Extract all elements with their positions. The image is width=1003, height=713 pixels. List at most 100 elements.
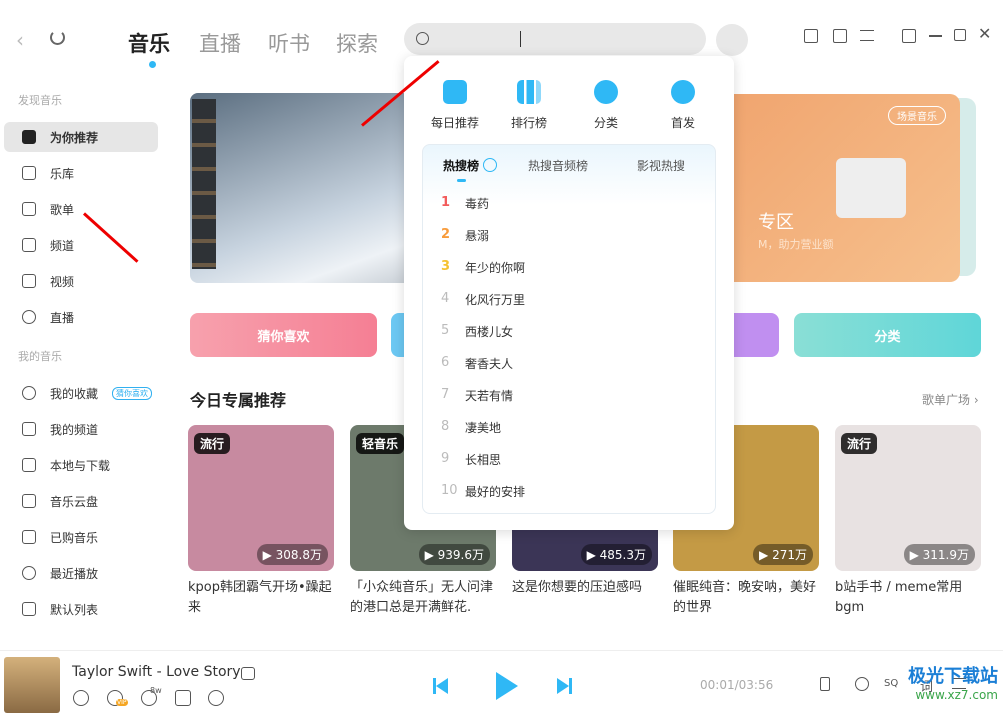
tab-hot-search[interactable]: 热搜榜 — [443, 157, 479, 174]
minimize-button[interactable] — [929, 35, 942, 37]
quick-button-purple[interactable] — [734, 313, 779, 357]
section-title: 今日专属推荐 — [190, 391, 287, 410]
sidebar-item-default-list[interactable]: 默认列表 — [4, 594, 158, 624]
play-count: ▶ 308.8万 — [256, 544, 328, 565]
rank: 7 — [441, 387, 450, 402]
tab-hot-audio[interactable]: 热搜音频榜 — [528, 157, 588, 174]
mv-icon[interactable] — [241, 667, 255, 680]
tab-audiobook[interactable]: 听书 — [268, 28, 310, 58]
sidebar-item-favorites[interactable]: 我的收藏 猜你喜欢 — [4, 378, 158, 408]
playlist-title[interactable]: 「小众纯音乐」无人问津的港口总是开满鲜花. — [350, 578, 500, 618]
hot-search-item[interactable]: 2 悬溺 — [441, 227, 489, 244]
tab-film-hot[interactable]: 影视热搜 — [637, 157, 685, 174]
playlist-title[interactable]: kpop韩团霸气开场•躁起来 — [188, 578, 338, 618]
sidebar-item-playlist[interactable]: 歌单 — [4, 194, 158, 224]
hot-search-item[interactable]: 3 年少的你啊 — [441, 259, 525, 276]
mini-mode-icon[interactable] — [902, 29, 916, 43]
volume-icon[interactable] — [820, 677, 830, 691]
playlist-title[interactable]: b站手书 / meme常用bgm — [835, 578, 985, 618]
rank: 3 — [441, 259, 451, 274]
download-icon — [22, 458, 36, 472]
heart-icon — [22, 386, 36, 400]
section-discover: 发现音乐 — [18, 94, 62, 107]
genre-tag: 流行 — [194, 433, 231, 454]
sidebar-item-live[interactable]: 直播 — [4, 302, 158, 332]
play-button[interactable] — [496, 672, 518, 700]
voice-search-button[interactable] — [716, 24, 748, 56]
video-icon — [22, 274, 36, 288]
playlist-card[interactable]: 流行 ▶ 308.8万 — [188, 425, 334, 571]
time-display: 00:01/03:56 — [700, 678, 774, 692]
hot-search-term: 最好的安排 — [465, 485, 526, 499]
next-button[interactable] — [557, 678, 569, 694]
playlist-square-link[interactable]: 歌单广场 › — [922, 391, 979, 408]
play-count: ▶ 939.6万 — [418, 544, 490, 565]
chart-link[interactable]: 排行榜 — [494, 80, 564, 131]
play-circle-icon[interactable] — [483, 158, 497, 172]
hot-search-term: 年少的你啊 — [465, 261, 526, 275]
album-cover[interactable] — [4, 657, 60, 713]
banner-subtitle: M，助力营业额 — [758, 238, 834, 251]
banner-side[interactable]: 场景音乐 专区 M，助力营业额 — [700, 94, 960, 282]
sidebar-item-recent[interactable]: 最近播放 — [4, 558, 158, 588]
sidebar-item-local-download[interactable]: 本地与下载 — [4, 450, 158, 480]
sidebar-item-recommend[interactable]: 为你推荐 — [4, 122, 158, 152]
sidebar-item-channel[interactable]: 频道 — [4, 230, 158, 260]
maximize-button[interactable] — [954, 29, 966, 41]
sidebar-item-cloud[interactable]: 音乐云盘 — [4, 486, 158, 516]
calendar-icon — [443, 80, 467, 104]
back-button[interactable]: ‹ — [16, 28, 24, 52]
hot-search-item[interactable]: 4 化风行万里 — [441, 291, 525, 308]
shopping-cart-image — [836, 158, 906, 218]
sidebar-item-library[interactable]: 乐库 — [4, 158, 158, 188]
hot-search-item[interactable]: 6 奢香夫人 — [441, 355, 513, 372]
guess-you-like-button[interactable]: 猜你喜欢 — [190, 313, 377, 357]
previous-button[interactable] — [436, 678, 448, 694]
search-dropdown: 每日推荐 排行榜 分类 首发 热搜榜 热搜音频榜 影视热搜 1 毒药 2 悬溺 … — [404, 56, 734, 530]
sidebar-item-video[interactable]: 视频 — [4, 266, 158, 296]
tab-explore[interactable]: 探索 — [336, 28, 378, 58]
genre-tag: 轻音乐 — [356, 433, 405, 454]
refresh-button[interactable] — [50, 30, 65, 45]
hot-search-term: 化风行万里 — [465, 293, 526, 307]
skin-icon[interactable] — [804, 29, 818, 43]
list-icon — [22, 602, 36, 616]
close-button[interactable]: ✕ — [978, 24, 991, 43]
hot-search-item[interactable]: 5 西楼儿女 — [441, 323, 513, 340]
playlist-card[interactable]: 流行 ▶ 311.9万 — [835, 425, 981, 571]
song-title[interactable]: Taylor Swift - Love Story — [72, 664, 241, 680]
hot-search-item[interactable]: 7 天若有情 — [441, 387, 513, 404]
playlist-title[interactable]: 这是你想要的压迫感吗 — [512, 578, 662, 598]
search-input[interactable] — [404, 23, 706, 55]
hot-search-item[interactable]: 9 长相思 — [441, 451, 501, 468]
category-button[interactable]: 分类 — [794, 313, 981, 357]
hot-search-item[interactable]: 10 最好的安排 — [441, 483, 525, 500]
playlist-title[interactable]: 催眠纯音：晚安呐，美好的世界 — [673, 578, 823, 618]
hot-search-item[interactable]: 1 毒药 — [441, 195, 489, 212]
grid-icon — [594, 80, 618, 104]
banner-badge: 场景音乐 — [888, 106, 946, 125]
genre-tag: 流行 — [841, 433, 878, 454]
play-count: ▶ 485.3万 — [580, 544, 652, 565]
more-icon[interactable] — [208, 690, 224, 706]
hot-search-term: 凄美地 — [465, 421, 502, 435]
daily-recommend[interactable]: 每日推荐 — [420, 80, 490, 131]
tab-live[interactable]: 直播 — [199, 28, 241, 58]
menu-icon[interactable] — [860, 30, 874, 41]
watermark: 极光下载站 www.xz7.com — [908, 666, 998, 702]
share-icon[interactable] — [175, 690, 191, 706]
sidebar-item-purchased[interactable]: 已购音乐 — [4, 522, 158, 552]
play-count: ▶ 271万 — [753, 544, 813, 565]
sidebar-item-my-channel[interactable]: 我的频道 — [4, 414, 158, 444]
like-icon[interactable] — [73, 690, 89, 706]
text-cursor — [520, 31, 521, 47]
mail-icon[interactable] — [833, 29, 847, 43]
tab-music[interactable]: 音乐 — [128, 28, 170, 58]
cloud-icon — [22, 494, 36, 508]
playlist-icon — [22, 202, 36, 216]
premiere-link[interactable]: 首发 — [648, 80, 718, 131]
category-link[interactable]: 分类 — [571, 80, 641, 131]
hot-search-item[interactable]: 8 凄美地 — [441, 419, 501, 436]
rank: 9 — [441, 451, 450, 466]
search-icon — [416, 32, 429, 45]
